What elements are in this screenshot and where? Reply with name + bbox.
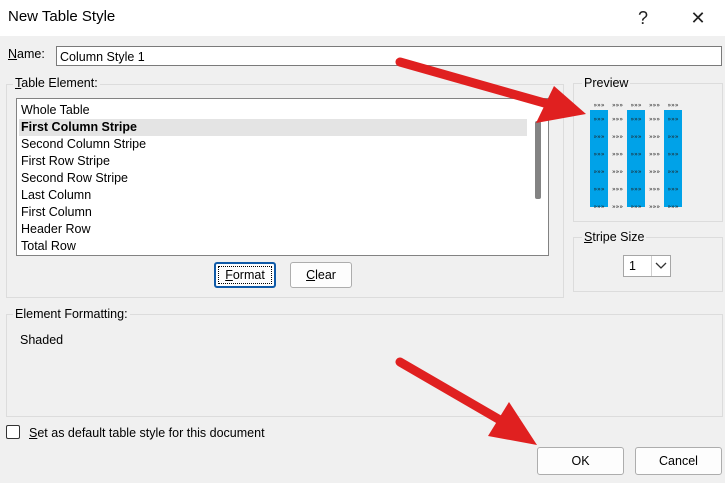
annotation-arrow bbox=[395, 357, 505, 425]
annotation-arrow bbox=[395, 57, 553, 109]
annotation-arrows bbox=[395, 57, 586, 445]
annotation-arrow-head bbox=[488, 402, 537, 445]
